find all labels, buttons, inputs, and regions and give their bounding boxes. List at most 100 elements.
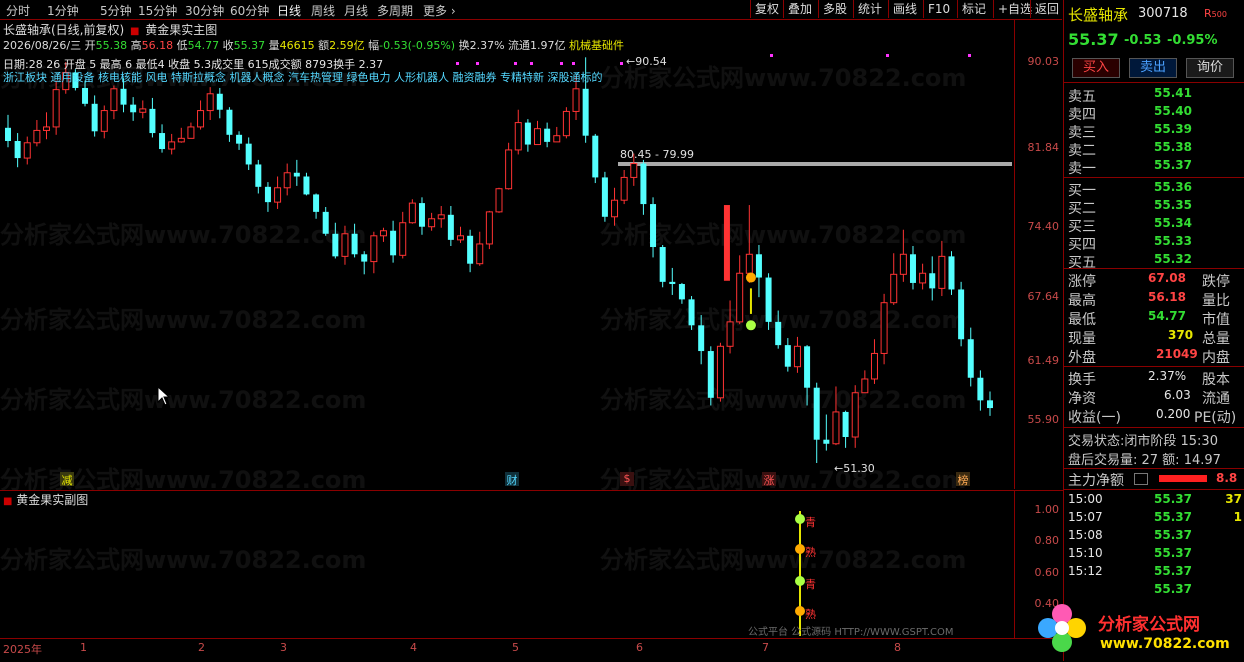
event-mark-finance[interactable]: 财: [505, 472, 519, 487]
price-tick: 81.84: [1027, 141, 1060, 154]
period-tab-more[interactable]: 更多 ›: [423, 2, 456, 19]
candle-body: [437, 214, 445, 220]
inquiry-button[interactable]: 询价: [1186, 58, 1234, 78]
tick-time: 15:07: [1068, 510, 1103, 524]
peak-value: 90.54: [635, 55, 667, 68]
period-tab-1min[interactable]: 1分钟: [47, 2, 79, 19]
event-mark-reduce[interactable]: 减: [60, 472, 74, 487]
bid-label: 买二: [1068, 201, 1096, 217]
candle-body: [620, 176, 628, 201]
multi-stock-button[interactable]: 多股: [818, 0, 851, 18]
candle-body: [351, 233, 358, 255]
back-button[interactable]: 返回: [1030, 0, 1065, 18]
buy-button[interactable]: 买入: [1072, 58, 1120, 78]
candle-body: [524, 122, 531, 145]
after-hours-info: 盘后交易量: 27 额: 14.97: [1068, 453, 1221, 468]
statistics-button[interactable]: 统计: [853, 0, 886, 18]
period-tab-intraday[interactable]: 分时: [6, 2, 30, 19]
stat-value: 54.77: [1148, 309, 1186, 323]
signal-dot: [514, 62, 517, 65]
tick-price: 55.37: [1154, 492, 1192, 506]
ripe-fruit-icon: [795, 544, 805, 554]
fruit-marker-icon: [745, 272, 756, 283]
candle-body: [716, 345, 724, 399]
candle-body: [919, 272, 927, 284]
stat-label-2: 总量: [1202, 331, 1230, 347]
candle-body: [755, 254, 762, 278]
candle-body: [283, 172, 291, 189]
sell-button[interactable]: 卖出: [1129, 58, 1177, 78]
period-tab-30min[interactable]: 30分钟: [185, 2, 224, 19]
date-tick: 7: [762, 641, 769, 654]
event-mark-dividend[interactable]: $: [620, 472, 634, 486]
candle-body: [149, 108, 156, 134]
candle-body: [880, 302, 888, 354]
adjust-button[interactable]: 复权: [750, 0, 783, 18]
candle-body: [130, 104, 137, 113]
price-tick: 55.90: [1027, 413, 1060, 426]
candle-body: [562, 110, 570, 137]
tick-row: 55.37: [1068, 582, 1242, 600]
candle-body: [958, 289, 965, 340]
candlestick-chart[interactable]: [0, 20, 1014, 489]
stat-label-2: 跌停: [1202, 274, 1230, 290]
candle-body: [456, 235, 464, 241]
ask-label: 卖二: [1068, 143, 1096, 159]
tick-price: 55.37: [1154, 528, 1192, 542]
candle-body: [447, 214, 454, 240]
list-icon[interactable]: [1134, 473, 1148, 485]
candle-body: [110, 88, 118, 112]
period-tab-5min[interactable]: 5分钟: [100, 2, 132, 19]
stat-row: 换手 2.37% 股本: [1068, 369, 1242, 388]
candle-body: [938, 255, 946, 289]
candle-body: [236, 134, 243, 144]
stat-row: 最低 54.77 市值: [1068, 309, 1242, 328]
candle-body: [775, 321, 782, 346]
candle-body: [303, 176, 310, 195]
mouse-cursor-icon: [157, 386, 171, 406]
event-mark-limitup[interactable]: 涨: [762, 472, 776, 487]
event-mark-billboard[interactable]: 榜: [956, 472, 970, 487]
candle-body: [669, 281, 676, 285]
candle-body: [650, 204, 657, 248]
period-tab-weekly[interactable]: 周线: [311, 2, 335, 19]
period-tab-multi[interactable]: 多周期: [377, 2, 413, 19]
price-tick: 90.03: [1027, 55, 1060, 68]
ask-row-5: 卖五 55.41: [1068, 86, 1242, 105]
date-tick: 6: [636, 641, 643, 654]
period-tab-15min[interactable]: 15分钟: [138, 2, 177, 19]
stat-label: 收益(一): [1068, 410, 1121, 426]
candle-body: [313, 194, 320, 212]
f10-button[interactable]: F10: [923, 0, 954, 18]
range-label: 80.45 - 79.99: [620, 148, 694, 161]
candle-body: [909, 254, 916, 283]
candle-body: [399, 222, 407, 256]
signal-dot: [476, 62, 479, 65]
candle-body: [592, 135, 599, 178]
date-tick: 2: [198, 641, 205, 654]
price-change-pct: -0.95%: [1167, 33, 1218, 48]
candle-body: [688, 299, 695, 326]
green-fruit-icon: [795, 514, 805, 524]
mark-button[interactable]: 标记: [957, 0, 990, 18]
stat-row: 收益(一) 0.200 PE(动): [1068, 407, 1242, 426]
candle-body: [43, 126, 51, 131]
bid-price: 55.32: [1154, 252, 1192, 266]
stock-name: 长盛轴承: [1068, 6, 1129, 24]
sub-tick: 0.60: [1034, 566, 1060, 579]
signal-dot: [572, 62, 575, 65]
green-fruit-icon: [795, 576, 805, 586]
stat-label: 外盘: [1068, 350, 1096, 366]
overlay-button[interactable]: 叠加: [783, 0, 816, 18]
tick-row: 15:08 55.37: [1068, 528, 1242, 546]
period-tab-monthly[interactable]: 月线: [344, 2, 368, 19]
period-tab-daily[interactable]: 日线: [277, 2, 301, 19]
ask-row-4: 卖四 55.40: [1068, 104, 1242, 123]
concept-tags: 浙江板块 通用设备 核电核能 风电 特斯拉概念 机器人概念 汽车热管理 绿色电力…: [3, 71, 603, 84]
period-tab-60min[interactable]: 60分钟: [230, 2, 269, 19]
stat-label: 涨停: [1068, 274, 1096, 290]
logo-url: www.70822.com: [1100, 636, 1230, 652]
sub-chart-panel[interactable]: ■ 黄金果实副图 青 熟 青 熟 公式平台 公式源码 HTTP://WWW.GS…: [0, 490, 1014, 638]
ask-label: 卖三: [1068, 125, 1096, 141]
draw-line-button[interactable]: 画线: [888, 0, 921, 18]
